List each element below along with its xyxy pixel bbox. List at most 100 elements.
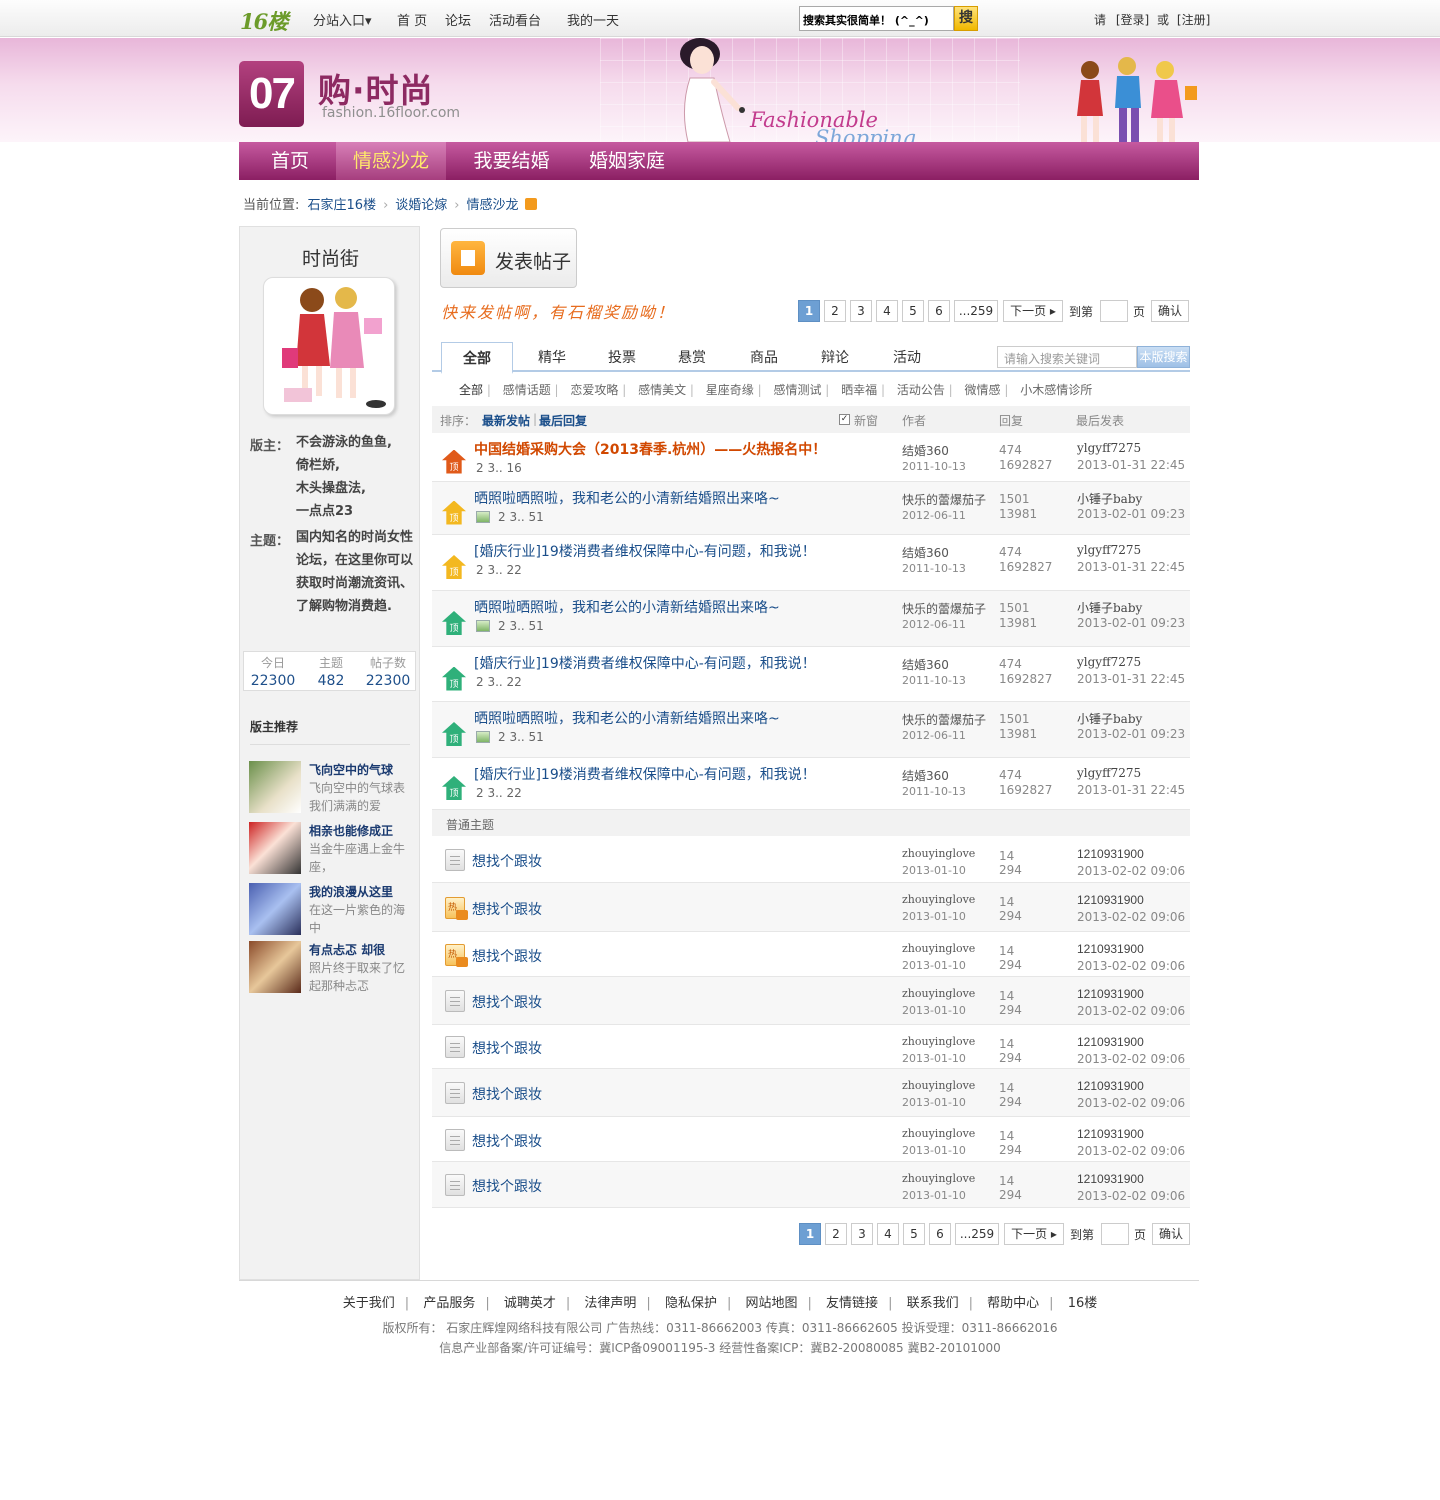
search-input[interactable]: 搜索其实很简单！ (^_^) [799,6,954,31]
table-row[interactable]: 想找个跟妆 zhouyinglove 2013-01-10 14 294 12109319… [432,1162,1190,1208]
rss-icon[interactable] [524,198,537,210]
thread-title[interactable]: 想找个跟妆 [472,992,542,1012]
tab-vote[interactable]: 投票 [587,342,657,372]
thread-pages[interactable]: 2 3.. 51 [476,510,544,524]
page-button-last[interactable]: ...259 [954,300,998,322]
thread-author[interactable]: 快乐的蕾爆茄子 [902,491,986,508]
thread-last-user[interactable]: 1210931900 [1077,1172,1144,1186]
thread-last-user[interactable]: ylgyff7275 [1077,543,1141,557]
subcategory-link[interactable]: 星座奇缘 [706,383,754,397]
thread-pages[interactable]: 2 3.. 16 [476,461,522,475]
thread-title[interactable]: 想找个跟妆 [472,1038,542,1058]
subcategory-link[interactable]: 活动公告 [897,383,945,397]
table-row[interactable]: 想找个跟妆 zhouyinglove 2013-01-10 14 294 12109319… [432,1069,1190,1117]
subcategory-link[interactable]: 晒幸福 [841,383,877,397]
table-row[interactable]: 顶晒照啦晒照啦，我和老公的小清新结婚照出来咯~ 2 3.. 51 快乐的蕾爆茄子 20… [432,591,1190,647]
thread-last-user[interactable]: ylgyff7275 [1077,655,1141,669]
footer-link[interactable]: 诚聘英才 [504,1296,556,1311]
breadcrumb-item[interactable]: 谈婚论嫁 [395,198,447,213]
page-button[interactable]: 3 [850,300,872,322]
recommend-thumbnail[interactable] [249,941,301,993]
thread-title[interactable]: 晒照啦晒照啦，我和老公的小清新结婚照出来咯~ [474,708,780,728]
thread-title[interactable]: 想找个跟妆 [472,1176,542,1196]
page-button[interactable]: 5 [903,1223,925,1245]
thread-author[interactable]: 结婚360 [902,544,949,561]
thread-title[interactable]: 想找个跟妆 [472,1131,542,1151]
footer-link[interactable]: 关于我们 [343,1296,395,1311]
thread-title[interactable]: 中国结婚采购大会（2013春季.杭州）——火热报名中！ [474,439,826,459]
thread-author[interactable]: zhouyinglove [902,1127,975,1140]
register-link[interactable]: [注册] [1177,13,1210,27]
board-search-input[interactable]: 请输入搜索关键词 [997,346,1137,368]
breadcrumb-item[interactable]: 情感沙龙 [467,198,519,213]
moderator-link[interactable]: 一点点23 [296,500,414,523]
thread-title[interactable]: [婚庆行业]19楼消费者维权保障中心-有问题，和我说！ [474,653,816,673]
new-post-button[interactable]: 发表帖子 [440,228,577,288]
thread-author[interactable]: zhouyinglove [902,942,975,955]
page-button[interactable]: 4 [877,1223,899,1245]
page-button[interactable]: 1 [798,300,820,322]
page-button[interactable]: 2 [824,300,846,322]
thread-author[interactable]: 快乐的蕾爆茄子 [902,600,986,617]
footer-link[interactable]: 联系我们 [907,1296,959,1311]
thread-author[interactable]: 结婚360 [902,767,949,784]
login-link[interactable]: [登录] [1116,13,1149,27]
breadcrumb-item[interactable]: 石家庄16楼 [308,198,377,213]
mainnav-wedding[interactable]: 我要结婚 [459,142,564,180]
moderator-link[interactable]: 倚栏娇, [296,454,414,477]
table-row[interactable]: 顶 中国结婚采购大会（2013春季.杭州）——火热报名中！ 2 3.. 16 结婚36… [432,433,1190,482]
next-page-button[interactable]: 下一页 ▸ [1004,1223,1064,1245]
thread-title[interactable]: 晒照啦晒照啦，我和老公的小清新结婚照出来咯~ [474,597,780,617]
recommend-title[interactable]: 相亲也能修成正 [309,822,393,839]
sort-last-reply-link[interactable]: 最后回复 [539,412,587,429]
thread-title[interactable]: 想找个跟妆 [472,1084,542,1104]
subcategory-link[interactable]: 微情感 [965,383,1001,397]
footer-link[interactable]: 产品服务 [423,1296,475,1311]
thread-title[interactable]: 想找个跟妆 [472,946,542,966]
thread-title[interactable]: [婚庆行业]19楼消费者维权保障中心-有问题，和我说！ [474,764,816,784]
subcategory-link[interactable]: 恋爱攻略 [570,383,618,397]
thread-pages[interactable]: 2 3.. 51 [476,730,544,744]
recommend-title[interactable]: 飞向空中的气球 [309,761,393,778]
thread-author[interactable]: 结婚360 [902,656,949,673]
footer-link[interactable]: 帮助中心 [987,1296,1039,1311]
goto-page-input[interactable] [1101,1223,1129,1245]
tab-debate[interactable]: 辩论 [800,342,870,372]
thread-page-links[interactable]: 2 3.. 51 [498,619,544,633]
page-button[interactable]: 6 [928,300,950,322]
goto-confirm-button[interactable]: 确认 [1151,300,1189,322]
thread-last-user[interactable]: 1210931900 [1077,893,1144,907]
page-button[interactable]: 5 [902,300,924,322]
topnav-branch-entry[interactable]: 分站入口▾ [313,10,372,29]
thread-last-user[interactable]: 1210931900 [1077,847,1144,861]
page-button[interactable]: 6 [929,1223,951,1245]
topnav-home[interactable]: 首 页 [397,10,427,29]
thread-title[interactable]: 晒照啦晒照啦，我和老公的小清新结婚照出来咯~ [474,488,780,508]
mainnav-emotion-salon[interactable]: 情感沙龙 [336,142,446,180]
recommend-thumbnail[interactable] [249,883,301,935]
thread-page-links[interactable]: 2 3.. 22 [476,786,522,800]
subcategory-link[interactable]: 感情话题 [503,383,551,397]
thread-author[interactable]: 快乐的蕾爆茄子 [902,711,986,728]
page-button[interactable]: 1 [799,1223,821,1245]
tab-all[interactable]: 全部 [441,342,513,374]
page-button[interactable]: 3 [851,1223,873,1245]
subcategory-link[interactable]: 感情测试 [773,383,821,397]
sort-newest-link[interactable]: 最新发帖 [482,412,530,429]
table-row[interactable]: 热 想找个跟妆 zhouyinglove 2013-01-10 14 294 1210931… [432,932,1190,977]
page-button[interactable]: 4 [876,300,898,322]
thread-author[interactable]: zhouyinglove [902,847,975,860]
thread-author[interactable]: 结婚360 [902,442,949,459]
table-row[interactable]: 热 想找个跟妆 zhouyinglove 2013-01-10 14 294 1210931… [432,883,1190,932]
page-button[interactable]: 2 [825,1223,847,1245]
thread-last-user[interactable]: 小锤子baby [1077,710,1142,727]
tab-goods[interactable]: 商品 [729,342,799,372]
tab-featured[interactable]: 精华 [517,342,587,372]
footer-link[interactable]: 法律声明 [584,1296,636,1311]
goto-confirm-button[interactable]: 确认 [1152,1223,1190,1245]
thread-page-links[interactable]: 2 3.. 16 [476,461,522,475]
recommend-title[interactable]: 我的浪漫从这里 [309,883,393,900]
table-row[interactable]: 想找个跟妆 zhouyinglove 2013-01-10 14 294 12109319… [432,977,1190,1025]
thread-last-user[interactable]: 1210931900 [1077,1079,1144,1093]
thread-last-user[interactable]: 小锤子baby [1077,599,1142,616]
